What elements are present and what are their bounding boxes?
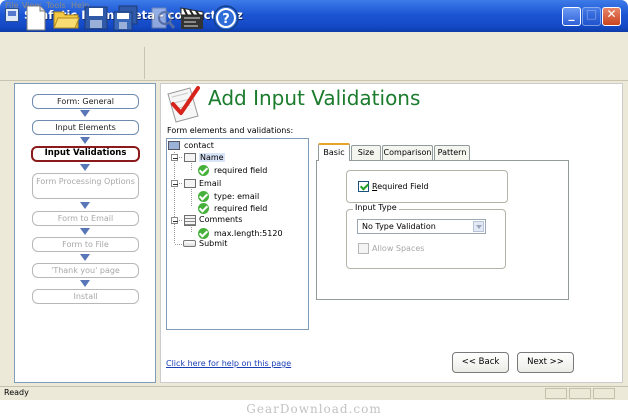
tree-validation-email-required[interactable]: required field (214, 204, 267, 213)
tree-node-name[interactable]: Name (199, 153, 225, 162)
toolbar-separator (144, 47, 145, 79)
check-icon (198, 191, 209, 202)
step-thank-you-page: 'Thank you' page (32, 263, 139, 278)
tree-line (191, 225, 192, 233)
input-type-select[interactable]: No Type Validation (357, 219, 486, 234)
app-icon (5, 8, 19, 22)
status-bar (0, 386, 628, 400)
step-input-elements[interactable]: Input Elements (32, 120, 139, 135)
watermark: GearDownload.com (0, 400, 628, 419)
tree-line (191, 163, 192, 171)
chevron-down-icon[interactable] (473, 221, 484, 232)
arrow-down-icon (80, 202, 90, 209)
required-checkbox[interactable] (358, 181, 369, 192)
clapper-icon[interactable] (178, 4, 206, 32)
tab-pattern[interactable]: Pattern (434, 145, 470, 160)
search-icon[interactable] (148, 4, 176, 32)
arrow-down-icon (80, 280, 90, 287)
step-form-processing: Form Processing Options (32, 173, 139, 199)
back-button[interactable]: << Back (452, 352, 509, 373)
tree-line (175, 244, 182, 245)
tab-size[interactable]: Size (351, 145, 381, 160)
help-icon[interactable]: ? (212, 4, 240, 32)
toolbar (0, 45, 628, 81)
textarea-icon (184, 215, 196, 226)
arrow-down-icon (80, 137, 90, 144)
required-label: Required Field (372, 182, 429, 191)
collapse-icon[interactable] (171, 154, 178, 161)
tree-label: Form elements and validations: (167, 126, 294, 135)
tree-node-comments[interactable]: Comments (199, 215, 242, 224)
allow-spaces-checkbox (358, 243, 369, 254)
tree-line (174, 152, 175, 244)
new-file-icon[interactable] (22, 4, 50, 32)
status-panel (545, 388, 567, 399)
check-icon (198, 228, 209, 239)
collapse-icon[interactable] (171, 180, 178, 187)
check-icon (198, 203, 209, 214)
save-icon[interactable] (82, 4, 110, 32)
tab-comparison[interactable]: Comparison (382, 145, 433, 160)
next-button[interactable]: Next >> (517, 352, 574, 373)
tree-line (179, 220, 183, 221)
open-folder-icon[interactable] (52, 4, 80, 32)
step-install: Install (32, 289, 139, 304)
tree-validation-comments-maxlength[interactable]: max.length:5120 (214, 229, 283, 238)
step-form-to-email: Form to Email (32, 211, 139, 226)
save-all-icon[interactable] (112, 4, 140, 32)
textbox-icon (184, 179, 196, 188)
textbox-icon (184, 153, 196, 162)
arrow-down-icon (80, 110, 90, 117)
page-title: Add Input Validations (208, 86, 421, 110)
maximize-button[interactable]: □ (582, 7, 601, 26)
check-icon (198, 165, 209, 176)
step-input-validations[interactable]: Input Validations (31, 146, 140, 162)
status-panel (593, 388, 615, 399)
minimize-button[interactable]: _ (562, 7, 581, 26)
menu-file[interactable]: File (5, 1, 18, 10)
collapse-icon[interactable] (171, 217, 178, 224)
input-type-group (346, 209, 506, 269)
help-link[interactable]: Click here for help on this page (166, 359, 291, 368)
menu-bar (0, 32, 628, 45)
status-text: Ready (4, 388, 29, 397)
arrow-down-icon (80, 164, 90, 171)
tree-line (191, 189, 192, 207)
tree-validation-name-required[interactable]: required field (214, 166, 267, 175)
arrow-down-icon (80, 228, 90, 235)
required-label-text: equired Field (377, 182, 429, 191)
allow-spaces-label: Allow Spaces (372, 244, 425, 253)
tree-line (179, 183, 183, 184)
status-panel (569, 388, 591, 399)
step-form-general[interactable]: Form: General (32, 94, 139, 109)
arrow-down-icon (80, 254, 90, 261)
input-type-label: Input Type (353, 203, 399, 212)
input-type-value: No Type Validation (362, 222, 436, 231)
svg-text:?: ? (222, 12, 230, 27)
tree-validation-email-type[interactable]: type: email (214, 192, 259, 201)
tree-node-submit[interactable]: Submit (199, 239, 227, 248)
tab-basic[interactable]: Basic (318, 143, 350, 161)
tree-root[interactable]: contact (184, 141, 214, 150)
tree-line (179, 157, 183, 158)
form-icon (168, 141, 180, 150)
validation-checklist-icon (164, 84, 204, 124)
button-icon (183, 240, 196, 247)
tree-node-email[interactable]: Email (199, 179, 221, 188)
close-button[interactable]: ✕ (602, 7, 621, 26)
step-form-to-file: Form to File (32, 237, 139, 252)
